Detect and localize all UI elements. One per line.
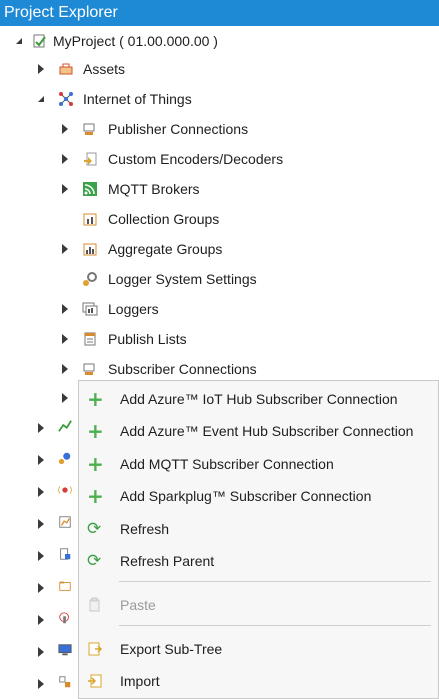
tree-item-collection-groups[interactable]: Collection Groups: [0, 204, 439, 234]
display-icon: [58, 644, 72, 656]
expand-arrow-icon[interactable]: [36, 550, 46, 562]
expand-arrow-icon[interactable]: [36, 454, 46, 466]
expand-arrow-icon[interactable]: [60, 363, 70, 375]
tree-item-custom-encoders-decoders[interactable]: Custom Encoders/Decoders: [0, 144, 439, 174]
menu-item-refresh[interactable]: ⟳ Refresh: [79, 513, 438, 545]
tree-item-label: Publish Lists: [108, 331, 187, 347]
expand-arrow-icon[interactable]: [36, 646, 46, 658]
tree-item-aggregate-groups[interactable]: Aggregate Groups: [0, 234, 439, 264]
expand-arrow-icon[interactable]: [60, 153, 70, 165]
tree-item-root[interactable]: MyProject ( 01.00.000.00 ): [0, 26, 439, 56]
tree-item-label: Logger System Settings: [108, 271, 257, 287]
tree-item-loggers[interactable]: Loggers: [0, 294, 439, 324]
tree-item-label: Aggregate Groups: [108, 241, 223, 257]
tree-item-publish-lists[interactable]: Publish Lists: [0, 324, 439, 354]
report-icon: [59, 516, 71, 528]
tree-item-label: Subscriber Connections: [108, 361, 257, 377]
tree-item-label: MQTT Brokers: [108, 181, 200, 197]
tree-item-mqtt-brokers[interactable]: MQTT Brokers: [0, 174, 439, 204]
plus-icon: +: [87, 452, 104, 476]
expand-arrow-icon[interactable]: [36, 582, 46, 594]
subscriber-connection-icon: [83, 363, 95, 375]
iot-icon: [59, 92, 73, 106]
tree-item-label: Custom Encoders/Decoders: [108, 151, 284, 167]
plus-icon: +: [87, 484, 104, 508]
menu-item-refresh-parent[interactable]: ⟳ Refresh Parent: [79, 545, 438, 577]
trend-icon: [58, 420, 72, 432]
tree-item-label: Loggers: [108, 301, 159, 317]
folder-icon: [59, 581, 71, 591]
refresh-icon: ⟳: [87, 519, 102, 539]
tree-item-assets[interactable]: Assets: [0, 54, 439, 84]
expand-arrow-icon[interactable]: [36, 93, 46, 105]
logger-settings-icon: [83, 272, 97, 286]
context-menu: + Add Azure™ IoT Hub Subscriber Connecti…: [78, 380, 439, 699]
database-icon: [60, 548, 71, 560]
expand-arrow-icon[interactable]: [36, 63, 46, 75]
expand-arrow-icon[interactable]: [60, 183, 70, 195]
menu-item-paste[interactable]: Paste: [79, 589, 438, 621]
paste-icon: [89, 597, 100, 612]
export-icon: [88, 642, 103, 656]
assets-icon: [59, 63, 73, 75]
expand-arrow-icon[interactable]: [36, 518, 46, 530]
project-explorer-title: Project Explorer: [0, 0, 439, 26]
menu-separator: [119, 625, 431, 626]
menu-item-add-azure-event-hub-subscriber[interactable]: + Add Azure™ Event Hub Subscriber Connec…: [79, 415, 438, 447]
expand-arrow-icon[interactable]: [14, 35, 24, 47]
menu-item-add-mqtt-subscriber[interactable]: + Add MQTT Subscriber Connection: [79, 448, 438, 480]
publisher-connection-icon: [83, 123, 95, 135]
expand-arrow-icon[interactable]: [36, 678, 46, 690]
import-icon: [88, 674, 102, 688]
tree-item-label: Collection Groups: [108, 211, 220, 227]
project-icon: [33, 34, 46, 48]
tree-item-publisher-connections[interactable]: Publisher Connections: [0, 114, 439, 144]
expand-arrow-icon[interactable]: [60, 333, 70, 345]
tree-item-label: Internet of Things: [83, 91, 192, 107]
tree-item-internet-of-things[interactable]: Internet of Things: [0, 84, 439, 114]
expand-arrow-icon[interactable]: [60, 123, 70, 135]
encoder-decoder-icon: [84, 152, 97, 166]
publish-lists-icon: [84, 332, 96, 346]
expand-arrow-icon[interactable]: [60, 303, 70, 315]
expand-arrow-icon[interactable]: [36, 422, 46, 434]
menu-item-add-azure-iot-hub-subscriber[interactable]: + Add Azure™ IoT Hub Subscriber Connecti…: [79, 383, 438, 415]
plus-icon: +: [87, 419, 104, 443]
refresh-icon: ⟳: [87, 551, 102, 571]
network-icon: [59, 676, 71, 688]
expand-arrow-icon[interactable]: [60, 392, 70, 404]
alarm-icon: [58, 486, 72, 494]
loggers-icon: [82, 302, 98, 316]
expand-arrow-icon[interactable]: [36, 486, 46, 498]
expand-arrow-icon[interactable]: [60, 243, 70, 255]
tree-item-label: Assets: [83, 61, 126, 77]
menu-item-add-sparkplug-subscriber[interactable]: + Add Sparkplug™ Subscriber Connection: [79, 480, 438, 512]
mqtt-broker-icon: [83, 182, 97, 196]
menu-separator: [119, 581, 431, 582]
touch-icon: [59, 612, 69, 624]
tree-item-label: Publisher Connections: [108, 121, 249, 137]
tree-item-label: MyProject ( 01.00.000.00 ): [53, 33, 218, 49]
expand-arrow-icon[interactable]: [36, 614, 46, 626]
settings-icon: [58, 452, 71, 465]
aggregate-groups-icon: [83, 243, 97, 256]
tree-item-logger-system-settings[interactable]: Logger System Settings: [0, 264, 439, 294]
menu-item-import[interactable]: Import: [79, 665, 438, 697]
plus-icon: +: [87, 387, 104, 411]
menu-item-export-sub-tree[interactable]: Export Sub-Tree: [79, 633, 438, 665]
collection-groups-icon: [83, 213, 97, 226]
